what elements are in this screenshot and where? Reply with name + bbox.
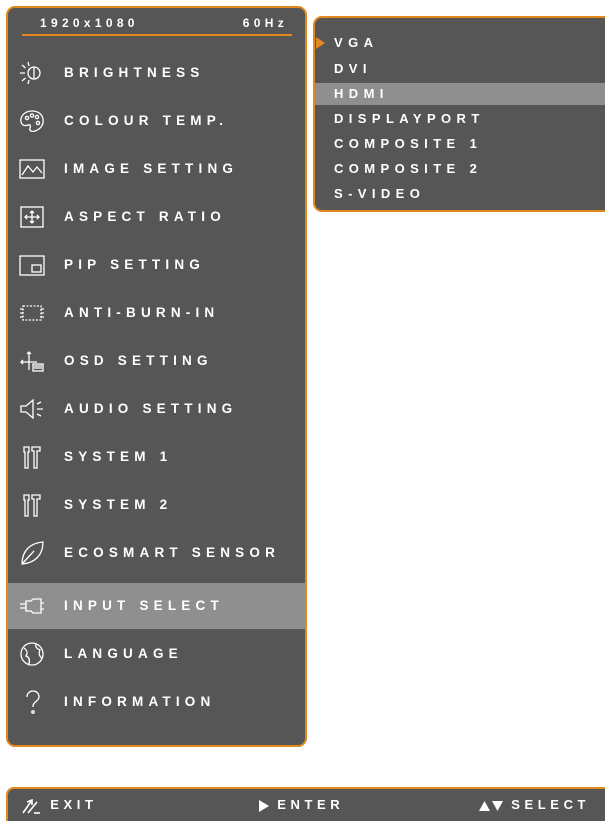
exit-label: EXIT	[50, 797, 98, 812]
menu-item-label: ANTI-BURN-IN	[64, 305, 220, 320]
menu-item-osd-setting[interactable]: OSD SETTING	[8, 338, 305, 384]
exit-hint[interactable]: EXIT	[20, 789, 98, 820]
menu-item-system-2[interactable]: SYSTEM 2	[8, 482, 305, 528]
menu-item-colour-temp[interactable]: COLOUR TEMP.	[8, 98, 305, 144]
submenu-item-dvi[interactable]: DVI	[315, 58, 605, 80]
menu-item-label: LANGUAGE	[64, 646, 183, 661]
menu-item-input-select[interactable]: INPUT SELECT	[8, 583, 305, 629]
submenu-item-composite-1[interactable]: COMPOSITE 1	[315, 133, 605, 155]
menu-item-pip-setting[interactable]: PIP SETTING	[8, 242, 305, 288]
submenu-item-label: S-VIDEO	[334, 186, 426, 201]
palette-icon	[20, 110, 44, 133]
aspect-ratio-icon	[20, 206, 44, 228]
menu-item-anti-burn-in[interactable]: ANTI-BURN-IN	[8, 290, 305, 336]
menu-item-label: AUDIO SETTING	[64, 401, 238, 416]
submenu-item-label: DISPLAYPORT	[334, 111, 485, 126]
menu-item-label: OSD SETTING	[64, 353, 213, 368]
submenu-item-label: COMPOSITE 2	[334, 161, 483, 176]
brightness-icon	[20, 61, 41, 85]
pip-icon	[19, 255, 45, 276]
menu-item-information[interactable]: INFORMATION	[8, 679, 305, 725]
osd-main-menu: 1920x1080 60Hz BRIGHTNESS COLOUR TEMP. I…	[6, 6, 307, 747]
menu-item-label: ASPECT RATIO	[64, 209, 226, 224]
speaker-icon	[20, 398, 43, 420]
menu-item-language[interactable]: LANGUAGE	[8, 631, 305, 677]
plug-icon	[20, 598, 44, 614]
up-down-arrows-icon	[479, 800, 503, 811]
refresh-rate-text: 60Hz	[242, 16, 288, 30]
submenu-item-displayport[interactable]: DISPLAYPORT	[315, 108, 605, 130]
menu-item-label: SYSTEM 1	[64, 449, 173, 464]
submenu-item-label: HDMI	[334, 86, 389, 101]
menu-item-label: IMAGE SETTING	[64, 161, 239, 176]
menu-item-image-setting[interactable]: IMAGE SETTING	[8, 146, 305, 192]
menu-item-label: PIP SETTING	[64, 257, 205, 272]
enter-hint[interactable]: ENTER	[258, 789, 344, 820]
globe-icon	[20, 642, 44, 666]
selection-pointer-icon	[316, 37, 325, 49]
osd-key-guide-bar: EXIT ENTER SELECT	[6, 787, 605, 821]
menu-item-label: INPUT SELECT	[64, 598, 224, 613]
submenu-item-hdmi[interactable]: HDMI	[315, 83, 605, 105]
enter-label: ENTER	[277, 797, 345, 812]
menu-item-brightness[interactable]: BRIGHTNESS	[8, 50, 305, 96]
select-hint[interactable]: SELECT	[479, 789, 590, 820]
signal-info-bar: 1920x1080 60Hz	[22, 12, 292, 36]
osd-icon	[20, 351, 44, 372]
submenu-item-label: COMPOSITE 1	[334, 136, 483, 151]
image-icon	[19, 159, 45, 179]
menu-item-aspect-ratio[interactable]: ASPECT RATIO	[8, 194, 305, 240]
input-select-submenu: VGA DVI HDMI DISPLAYPORT COMPOSITE 1 COM…	[313, 16, 605, 212]
menu-item-audio-setting[interactable]: AUDIO SETTING	[8, 386, 305, 432]
submenu-item-s-video[interactable]: S-VIDEO	[315, 183, 605, 205]
menu-item-label: SYSTEM 2	[64, 497, 173, 512]
tools-icon	[23, 494, 41, 517]
play-arrow-icon	[259, 799, 269, 812]
tools-icon	[23, 446, 41, 469]
menu-item-system-1[interactable]: SYSTEM 1	[8, 434, 305, 480]
resolution-text: 1920x1080	[40, 16, 139, 30]
submenu-item-vga[interactable]: VGA	[315, 32, 605, 54]
menu-item-ecosmart-sensor[interactable]: ECOSMART SENSOR	[8, 530, 305, 576]
select-label: SELECT	[511, 797, 591, 812]
submenu-item-label: DVI	[334, 61, 372, 76]
menu-item-label: BRIGHTNESS	[64, 65, 205, 80]
leaf-icon	[21, 541, 44, 565]
submenu-item-label: VGA	[334, 35, 379, 50]
submenu-item-composite-2[interactable]: COMPOSITE 2	[315, 158, 605, 180]
anti-burn-in-icon	[20, 305, 44, 321]
menu-item-label: INFORMATION	[64, 694, 216, 709]
question-icon	[26, 690, 40, 714]
menu-item-label: COLOUR TEMP.	[64, 113, 229, 128]
menu-item-label: ECOSMART SENSOR	[64, 545, 281, 560]
back-arrow-icon	[22, 798, 40, 814]
